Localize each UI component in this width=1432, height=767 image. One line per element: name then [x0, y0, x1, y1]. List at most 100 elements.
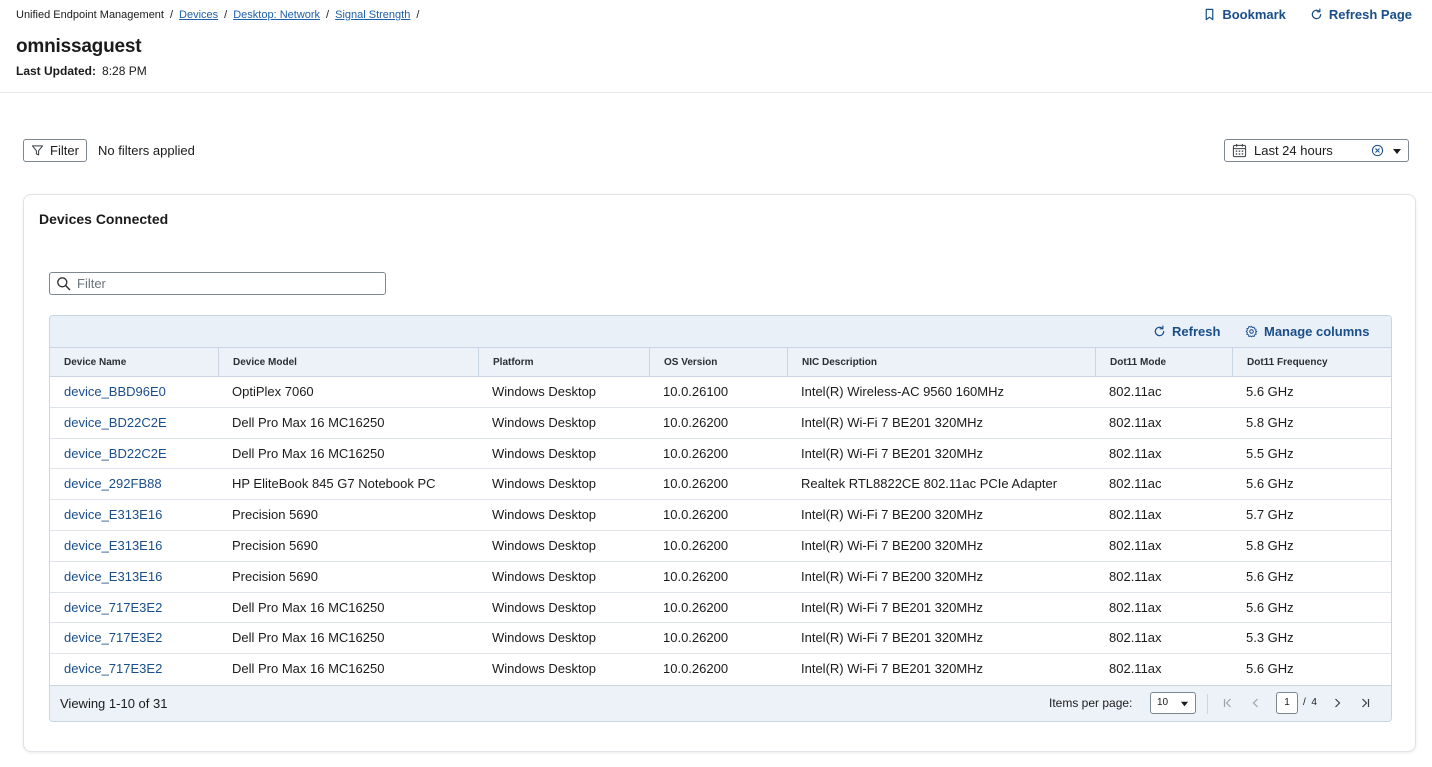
device-model-cell: Dell Pro Max 16 MC16250: [232, 414, 385, 430]
breadcrumb-separator: /: [326, 9, 330, 21]
platform-cell: Windows Desktop: [492, 414, 597, 430]
os-version-cell: 10.0.26100: [663, 384, 729, 399]
bookmark-icon: [1205, 8, 1214, 21]
dot11-mode-cell: 802.11ac: [1109, 384, 1162, 399]
clear-circle-icon[interactable]: [1371, 144, 1384, 157]
items-per-page-value: 10: [1157, 697, 1169, 708]
page-header: Unified Endpoint Management / Devices / …: [0, 0, 1432, 93]
filter-status: No filters applied: [98, 143, 195, 158]
column-header-device-model[interactable]: Device Model: [218, 348, 478, 377]
nic-description-cell: Intel(R) Wi-Fi 7 BE201 320MHz: [801, 445, 984, 461]
breadcrumb-link-desktop-network[interactable]: Desktop: Network: [233, 9, 320, 21]
table-filter-box[interactable]: [49, 272, 386, 295]
device-name-link[interactable]: device_E313E16: [50, 562, 162, 592]
bookmark-button[interactable]: Bookmark: [1203, 7, 1286, 22]
table-filter-input[interactable]: [77, 276, 367, 291]
bookmark-label: Bookmark: [1222, 7, 1286, 22]
breadcrumb-link-signal-strength[interactable]: Signal Strength: [335, 9, 410, 21]
next-page-button[interactable]: [1330, 696, 1344, 710]
table-toolbar: Refresh Manage columns: [50, 316, 1391, 348]
chevron-left-icon: [1252, 698, 1258, 708]
gear-icon: [1245, 325, 1258, 338]
filter-icon: [31, 145, 44, 156]
nic-description-cell: Intel(R) Wi-Fi 7 BE200 320MHz: [801, 537, 984, 553]
os-version-cell: 10.0.26200: [663, 537, 729, 553]
breadcrumb-separator: /: [169, 9, 174, 21]
previous-page-button[interactable]: [1249, 696, 1263, 710]
dot11-frequency-cell: 5.6 GHz: [1246, 384, 1294, 399]
table-row: device_717E3E2 Dell Pro Max 16 MC16250 W…: [50, 623, 1391, 655]
manage-columns-button[interactable]: Manage columns: [1245, 324, 1369, 339]
dot11-mode-cell: 802.11ax: [1109, 537, 1162, 553]
dot11-mode-cell: 802.11ax: [1109, 599, 1162, 615]
dot11-mode-cell: 802.11ax: [1109, 630, 1162, 646]
nic-description-cell: Intel(R) Wi-Fi 7 BE201 320MHz: [801, 599, 984, 615]
device-model-cell: Precision 5690: [232, 568, 318, 584]
last-updated-label: Last Updated:: [16, 64, 97, 78]
device-model-cell: Dell Pro Max 16 MC16250: [232, 661, 385, 677]
last-page-icon: [1362, 698, 1370, 708]
device-name-link[interactable]: device_717E3E2: [50, 654, 162, 684]
platform-cell: Windows Desktop: [492, 599, 597, 615]
last-page-button[interactable]: [1358, 696, 1372, 710]
column-header-dot11-mode[interactable]: Dot11 Mode: [1095, 348, 1232, 377]
first-page-button[interactable]: [1221, 696, 1235, 710]
column-header-os-version[interactable]: OS Version: [649, 348, 787, 377]
os-version-cell: 10.0.26200: [663, 507, 729, 523]
platform-cell: Windows Desktop: [492, 537, 597, 553]
date-range-select[interactable]: Last 24 hours: [1224, 139, 1409, 162]
os-version-cell: 10.0.26200: [663, 630, 729, 646]
device-model-cell: Precision 5690: [232, 537, 318, 553]
table-refresh-button[interactable]: Refresh: [1153, 324, 1220, 339]
nic-description-cell: Intel(R) Wi-Fi 7 BE201 320MHz: [801, 661, 984, 677]
dot11-frequency-cell: 5.6 GHz: [1246, 661, 1294, 677]
os-version-cell: 10.0.26200: [663, 599, 729, 615]
table-row: device_BD22C2E Dell Pro Max 16 MC16250 W…: [50, 439, 1391, 470]
caret-down-icon[interactable]: [1392, 146, 1402, 156]
column-header-nic-description[interactable]: NIC Description: [787, 348, 1095, 377]
caret-down-icon: [1180, 701, 1189, 707]
calendar-icon: [1232, 143, 1247, 158]
devices-connected-card: Devices Connected Refresh Manage columns…: [23, 194, 1416, 752]
table-row: device_717E3E2 Dell Pro Max 16 MC16250 W…: [50, 654, 1391, 685]
device-name-link[interactable]: device_717E3E2: [50, 623, 162, 653]
column-header-device-name[interactable]: Device Name: [50, 348, 218, 377]
device-name-link[interactable]: device_292FB88: [50, 469, 162, 499]
table-row: device_BD22C2E Dell Pro Max 16 MC16250 W…: [50, 408, 1391, 439]
nic-description-cell: Intel(R) Wireless-AC 9560 160MHz: [801, 384, 1005, 399]
column-header-platform[interactable]: Platform: [478, 348, 649, 377]
device-model-cell: Dell Pro Max 16 MC16250: [232, 630, 385, 646]
page-number-input[interactable]: 1: [1276, 692, 1298, 714]
nic-description-cell: Intel(R) Wi-Fi 7 BE200 320MHz: [801, 507, 984, 523]
table-row: device_BBD96E0 OptiPlex 7060 Windows Des…: [50, 377, 1391, 408]
nic-description-cell: Intel(R) Wi-Fi 7 BE201 320MHz: [801, 630, 984, 646]
dot11-mode-cell: 802.11ax: [1109, 414, 1162, 430]
chevron-right-icon: [1335, 698, 1341, 708]
column-header-dot11-frequency[interactable]: Dot11 Frequency: [1232, 348, 1391, 377]
refresh-page-button[interactable]: Refresh Page: [1310, 7, 1412, 22]
breadcrumb-separator: /: [416, 9, 420, 21]
device-model-cell: HP EliteBook 845 G7 Notebook PC: [232, 476, 436, 492]
os-version-cell: 10.0.26200: [663, 414, 729, 430]
items-per-page-label: Items per page:: [1049, 696, 1133, 710]
nic-description-cell: Intel(R) Wi-Fi 7 BE200 320MHz: [801, 568, 984, 584]
device-name-link[interactable]: device_BD22C2E: [50, 408, 167, 438]
refresh-icon: [1154, 325, 1165, 337]
items-per-page-select[interactable]: 10: [1150, 692, 1196, 714]
manage-columns-label: Manage columns: [1264, 324, 1370, 339]
device-name-link[interactable]: device_E313E16: [50, 531, 162, 561]
filter-button[interactable]: Filter: [23, 139, 87, 162]
device-name-link[interactable]: device_717E3E2: [50, 593, 162, 623]
device-name-link[interactable]: device_BBD96E0: [50, 377, 166, 407]
dot11-frequency-cell: 5.3 GHz: [1246, 630, 1294, 646]
nic-description-cell: Intel(R) Wi-Fi 7 BE201 320MHz: [801, 414, 984, 430]
device-name-link[interactable]: device_BD22C2E: [50, 439, 167, 469]
breadcrumb-separator: /: [224, 9, 228, 21]
platform-cell: Windows Desktop: [492, 384, 597, 399]
breadcrumb-link-devices[interactable]: Devices: [179, 9, 218, 21]
device-name-link[interactable]: device_E313E16: [50, 500, 162, 530]
os-version-cell: 10.0.26200: [663, 568, 729, 584]
dot11-frequency-cell: 5.6 GHz: [1246, 568, 1294, 584]
dot11-mode-cell: 802.11ax: [1109, 568, 1162, 584]
table-row: device_E313E16 Precision 5690 Windows De…: [50, 500, 1391, 531]
